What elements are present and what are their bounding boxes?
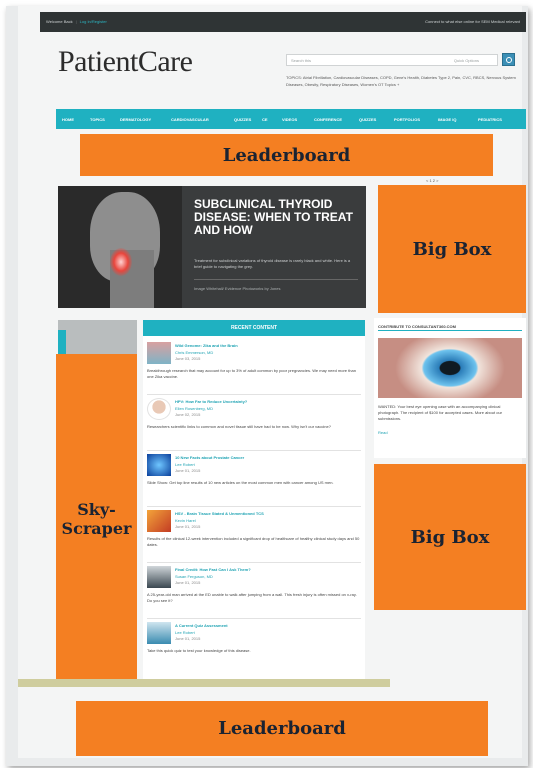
item-title[interactable]: A Current Quiz Assessment — [175, 623, 228, 628]
welcome-text: Welcome Back — [46, 19, 73, 24]
item-excerpt: Take this quick quiz to test your knowle… — [147, 648, 251, 653]
topics-list[interactable]: TOPICS: Atrial Fibrillation, Cardiovascu… — [286, 74, 516, 88]
item-title[interactable]: 10 New Facts about Prostate Cancer — [175, 455, 244, 460]
top-utility-bar: Welcome Back | Log In/Register Connect to … — [40, 12, 526, 32]
search-input[interactable]: Search this Quick Options — [286, 54, 498, 66]
carousel-pager[interactable]: < 1 2 > — [426, 178, 438, 183]
thumbnail-image[interactable] — [147, 398, 171, 420]
footer-divider — [18, 679, 390, 687]
nav-item-dermatology[interactable]: DERMATOLOGY — [120, 117, 151, 122]
hero-description: Treatment for subclinical variations of … — [194, 258, 351, 269]
item-excerpt: Slide Show: Get top line results of 10 n… — [147, 480, 334, 485]
contributor-heading[interactable]: CONTRIBUTE TO CONSULTANT360.COM — [378, 324, 456, 329]
item-date: June 01, 2015 — [175, 524, 201, 529]
hero-feature[interactable]: SUBCLINICAL THYROID DISEASE: WHEN TO TRE… — [182, 186, 366, 308]
item-author[interactable]: Susan Ferguson, MD — [175, 574, 213, 579]
item-title[interactable]: HPV: How Far to Reduce Uncertainty? — [175, 399, 247, 404]
hero-image[interactable] — [58, 186, 182, 308]
skyscraper-ad: Sky- Scraper — [56, 354, 137, 684]
site-logo[interactable]: PatientCare — [58, 45, 193, 79]
divider — [147, 506, 361, 507]
nav-item-home[interactable]: HOME — [62, 117, 74, 122]
eye-image[interactable] — [378, 338, 522, 398]
list-item[interactable]: Final Credit: How Fast Can I Ask Them? S… — [147, 566, 361, 622]
thumbnail-image[interactable] — [147, 622, 171, 644]
search-button[interactable] — [502, 53, 515, 66]
recent-content-heading: RECENT CONTENT — [143, 320, 365, 336]
divider — [147, 394, 361, 395]
thumbnail-image[interactable] — [147, 510, 171, 532]
nav-item-quizzes-2[interactable]: QUIZZES — [359, 117, 376, 122]
item-author[interactable]: Chris Emmerson, MD — [175, 350, 213, 355]
nav-item-quizzes[interactable]: QUIZZES — [234, 117, 251, 122]
search-scope-select[interactable]: Quick Options — [454, 58, 479, 63]
nav-item-conference[interactable]: CONFERENCE — [314, 117, 342, 122]
list-item[interactable]: 10 New Facts about Prostate Cancer Lee R… — [147, 454, 361, 510]
item-excerpt: Breakthrough research that may account f… — [147, 368, 356, 379]
nav-item-topics[interactable]: TOPICS — [90, 117, 105, 122]
thumbnail-image[interactable] — [147, 342, 171, 364]
list-item[interactable]: HSV - Brain Tissue Stated & Unmentioned … — [147, 510, 361, 566]
item-author[interactable]: Lee Robert — [175, 630, 195, 635]
bigbox-bottom-ad: Big Box — [374, 464, 526, 610]
side-thumbnail[interactable] — [58, 320, 137, 354]
leaderboard-top-ad: Leaderboard — [80, 134, 493, 176]
item-date: June 01, 2015 — [175, 468, 201, 473]
item-excerpt: Results of the clinical 12-week interven… — [147, 536, 360, 547]
nav-item-videos[interactable]: VIDEOS — [282, 117, 297, 122]
hero-title[interactable]: SUBCLINICAL THYROID DISEASE: WHEN TO TRE… — [194, 198, 362, 237]
item-author[interactable]: Kevin Harel — [175, 518, 196, 523]
contributor-panel: CONTRIBUTE TO CONSULTANT360.COM WANTED: … — [374, 318, 526, 458]
hero-divider — [194, 279, 358, 280]
topbar-right-text: Connect to what else online for SEM Medi… — [425, 19, 520, 24]
thumbnail-image[interactable] — [147, 566, 171, 588]
recent-content-panel: RECENT CONTENT Wild Genome: Zika and the… — [143, 320, 365, 684]
main-nav: HOME TOPICS DERMATOLOGY CARDIOVASCULAR Q… — [56, 109, 526, 129]
item-title[interactable]: Wild Genome: Zika and the Brain — [175, 343, 238, 348]
item-date: June 03, 2015 — [175, 356, 201, 361]
leaderboard-bottom-ad: Leaderboard — [76, 701, 488, 756]
nav-item-image-iq[interactable]: IMAGE IQ — [438, 117, 456, 122]
read-more-link[interactable]: Read — [378, 430, 388, 435]
contributor-caption: WANTED: Your best eye opening case with … — [378, 404, 503, 421]
login-link[interactable]: Log In/Register — [80, 19, 107, 24]
list-item[interactable]: Wild Genome: Zika and the Brain Chris Em… — [147, 342, 361, 398]
thyroid-glow — [110, 248, 132, 276]
login-area: Welcome Back | Log In/Register — [46, 19, 107, 24]
item-title[interactable]: HSV - Brain Tissue Stated & Unmentioned … — [175, 511, 264, 516]
nav-item-cardiovascular[interactable]: CARDIOVASCULAR — [171, 117, 209, 122]
divider — [147, 562, 361, 563]
divider — [147, 618, 361, 619]
bigbox-top-ad: Big Box — [378, 185, 526, 313]
nav-item-pediatrics[interactable]: PEDIATRICS — [478, 117, 502, 122]
nav-item-portfolios[interactable]: PORTFOLIOS — [394, 117, 420, 122]
skyscraper-label: Sky- Scraper — [61, 500, 132, 538]
nav-item-ce[interactable]: CE — [262, 117, 268, 122]
item-author[interactable]: Ellen Rosenberg, MD — [175, 406, 213, 411]
item-excerpt: A 25-year-old man arrived at the ED unab… — [147, 592, 357, 603]
item-author[interactable]: Lee Robert — [175, 462, 195, 467]
item-date: June 01, 2015 — [175, 580, 201, 585]
divider — [147, 450, 361, 451]
item-date: June 01, 2015 — [175, 636, 201, 641]
search-placeholder: Search this — [291, 58, 312, 63]
item-date: June 02, 2015 — [175, 412, 201, 417]
separator: | — [75, 19, 77, 24]
contributor-heading-rule — [378, 330, 522, 331]
list-item[interactable]: A Current Quiz Assessment Lee Robert Jun… — [147, 622, 361, 678]
list-item[interactable]: HPV: How Far to Reduce Uncertainty? Elle… — [147, 398, 361, 454]
hero-meta: Image Whitehall/ Evidence Photoworks by … — [194, 286, 281, 291]
item-title[interactable]: Final Credit: How Fast Can I Ask Them? — [175, 567, 251, 572]
item-excerpt: Researchers scientific links to common a… — [147, 424, 331, 429]
thumbnail-image[interactable] — [147, 454, 171, 476]
